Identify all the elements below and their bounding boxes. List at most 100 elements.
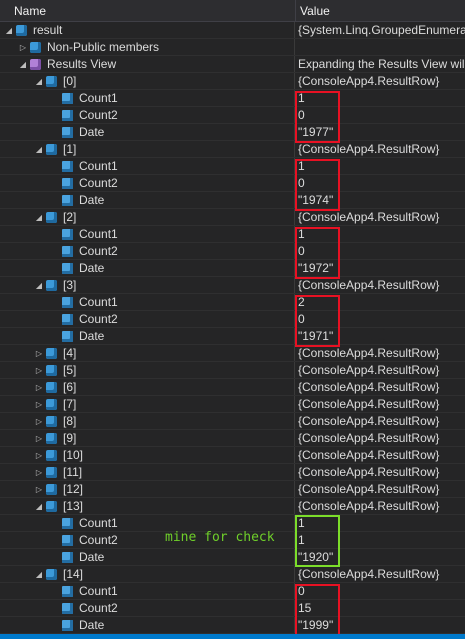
tree-row-name: Date bbox=[50, 192, 104, 209]
variable-value[interactable]: {ConsoleApp4.ResultRow} bbox=[298, 566, 465, 583]
tree-row[interactable]: ▷ [7] {ConsoleApp4.ResultRow} bbox=[0, 396, 465, 413]
tree-row[interactable]: ◢ [14] {ConsoleApp4.ResultRow} bbox=[0, 566, 465, 583]
tree-row[interactable]: Date "1999" bbox=[0, 617, 465, 634]
tree-row[interactable]: Count2 0 bbox=[0, 243, 465, 260]
variable-value[interactable]: Expanding the Results View will bbox=[298, 56, 465, 73]
object-icon bbox=[46, 144, 57, 155]
expand-arrow-icon[interactable]: ▷ bbox=[34, 345, 44, 362]
tree-row[interactable]: Count1 1 bbox=[0, 90, 465, 107]
variable-name: [8] bbox=[63, 414, 77, 428]
tree-row[interactable]: Count2 15 bbox=[0, 600, 465, 617]
tree-row[interactable]: ▷ [4] {ConsoleApp4.ResultRow} bbox=[0, 345, 465, 362]
tree-row-name: ▷ [10] bbox=[34, 447, 83, 464]
tree-row[interactable]: ▷ Non-Public members bbox=[0, 39, 465, 56]
tree-row[interactable]: Date "1920" bbox=[0, 549, 465, 566]
expand-arrow-icon[interactable]: ▷ bbox=[34, 379, 44, 396]
object-icon bbox=[46, 501, 57, 512]
tree-row[interactable]: Count2 0 bbox=[0, 175, 465, 192]
tree-row-name: Count2 bbox=[50, 243, 118, 260]
variable-value[interactable]: {ConsoleApp4.ResultRow} bbox=[298, 362, 465, 379]
tree-row[interactable]: ◢ [3] {ConsoleApp4.ResultRow} bbox=[0, 277, 465, 294]
tree-row-name: ▷ [12] bbox=[34, 481, 83, 498]
field-icon bbox=[62, 586, 73, 597]
tree-row[interactable]: ▷ [5] {ConsoleApp4.ResultRow} bbox=[0, 362, 465, 379]
tree-row[interactable]: Count1 1 bbox=[0, 158, 465, 175]
variable-value[interactable]: {ConsoleApp4.ResultRow} bbox=[298, 464, 465, 481]
tree-row[interactable]: Date "1977" bbox=[0, 124, 465, 141]
field-icon bbox=[62, 552, 73, 563]
tree-row[interactable]: Date "1971" bbox=[0, 328, 465, 345]
tree-row[interactable]: ◢ result {System.Linq.GroupedEnumera bbox=[0, 22, 465, 39]
collapse-arrow-icon[interactable]: ◢ bbox=[34, 73, 44, 90]
tree-row[interactable]: Date "1974" bbox=[0, 192, 465, 209]
tree-row-name: ▷ [7] bbox=[34, 396, 76, 413]
expand-arrow-icon[interactable]: ▷ bbox=[34, 413, 44, 430]
field-icon bbox=[62, 518, 73, 529]
variable-value[interactable]: {ConsoleApp4.ResultRow} bbox=[298, 481, 465, 498]
variable-value[interactable]: {System.Linq.GroupedEnumera bbox=[298, 22, 465, 39]
variable-name: [10] bbox=[63, 448, 84, 462]
variable-name: [4] bbox=[63, 346, 77, 360]
name-column-header[interactable]: Name bbox=[0, 0, 294, 22]
tree-row[interactable]: ▷ [10] {ConsoleApp4.ResultRow} bbox=[0, 447, 465, 464]
variable-value[interactable]: {ConsoleApp4.ResultRow} bbox=[298, 141, 465, 158]
variable-value[interactable]: {ConsoleApp4.ResultRow} bbox=[298, 345, 465, 362]
expand-arrow-icon[interactable]: ▷ bbox=[34, 447, 44, 464]
collapse-arrow-icon[interactable]: ◢ bbox=[34, 498, 44, 515]
method-icon bbox=[30, 59, 41, 70]
tree-row[interactable]: Count1 1 bbox=[0, 226, 465, 243]
object-icon bbox=[46, 450, 57, 461]
variable-value[interactable]: {ConsoleApp4.ResultRow} bbox=[298, 379, 465, 396]
tree-row[interactable]: ◢ [1] {ConsoleApp4.ResultRow} bbox=[0, 141, 465, 158]
tree-row[interactable]: ◢ [0] {ConsoleApp4.ResultRow} bbox=[0, 73, 465, 90]
variable-name: [5] bbox=[63, 363, 77, 377]
watch-window: Name Value ◢ result {System.Linq.GroupedEn… bbox=[0, 0, 465, 639]
tree-row[interactable]: Count2 0 bbox=[0, 311, 465, 328]
variable-value[interactable]: {ConsoleApp4.ResultRow} bbox=[298, 430, 465, 447]
expand-arrow-icon[interactable]: ▷ bbox=[34, 464, 44, 481]
tree-row-name: Count2 bbox=[50, 311, 118, 328]
collapse-arrow-icon[interactable]: ◢ bbox=[34, 209, 44, 226]
tree-row-name: ▷ [8] bbox=[34, 413, 76, 430]
variable-value[interactable]: {ConsoleApp4.ResultRow} bbox=[298, 396, 465, 413]
variable-value[interactable]: {ConsoleApp4.ResultRow} bbox=[298, 73, 465, 90]
expand-arrow-icon[interactable]: ▷ bbox=[34, 481, 44, 498]
tree-row[interactable]: ▷ [8] {ConsoleApp4.ResultRow} bbox=[0, 413, 465, 430]
collapse-arrow-icon[interactable]: ◢ bbox=[34, 277, 44, 294]
object-icon bbox=[46, 382, 57, 393]
tree-row-name: ▷ [6] bbox=[34, 379, 76, 396]
tree-row-name: ◢ [2] bbox=[34, 209, 76, 226]
tree-row[interactable]: ◢ [13] {ConsoleApp4.ResultRow} bbox=[0, 498, 465, 515]
field-icon bbox=[62, 127, 73, 138]
tree-row[interactable]: Count1 2 bbox=[0, 294, 465, 311]
tree-row[interactable]: ◢ Results View Expanding the Results View … bbox=[0, 56, 465, 73]
expand-arrow-icon[interactable]: ▷ bbox=[34, 362, 44, 379]
tree-row[interactable]: Date "1972" bbox=[0, 260, 465, 277]
variable-name: Date bbox=[79, 125, 105, 139]
variable-value[interactable]: {ConsoleApp4.ResultRow} bbox=[298, 447, 465, 464]
value-column-header[interactable]: Value bbox=[295, 0, 465, 22]
field-icon bbox=[62, 620, 73, 631]
collapse-arrow-icon[interactable]: ◢ bbox=[34, 141, 44, 158]
variable-value[interactable]: {ConsoleApp4.ResultRow} bbox=[298, 209, 465, 226]
collapse-arrow-icon[interactable]: ◢ bbox=[4, 22, 14, 39]
tree-row[interactable]: ▷ [9] {ConsoleApp4.ResultRow} bbox=[0, 430, 465, 447]
variable-value[interactable]: {ConsoleApp4.ResultRow} bbox=[298, 277, 465, 294]
variable-value[interactable]: {ConsoleApp4.ResultRow} bbox=[298, 413, 465, 430]
variable-name: Count1 bbox=[79, 584, 118, 598]
tree-row[interactable]: ▷ [6] {ConsoleApp4.ResultRow} bbox=[0, 379, 465, 396]
tree-row[interactable]: Count2 0 bbox=[0, 107, 465, 124]
variable-name: [2] bbox=[63, 210, 77, 224]
collapse-arrow-icon[interactable]: ◢ bbox=[34, 566, 44, 583]
variable-value[interactable] bbox=[298, 39, 465, 56]
expand-arrow-icon[interactable]: ▷ bbox=[34, 430, 44, 447]
tree-row[interactable]: Count1 0 bbox=[0, 583, 465, 600]
tree-row[interactable]: ▷ [11] {ConsoleApp4.ResultRow} bbox=[0, 464, 465, 481]
variable-name: [11] bbox=[63, 465, 83, 479]
collapse-arrow-icon[interactable]: ◢ bbox=[18, 56, 28, 73]
expand-arrow-icon[interactable]: ▷ bbox=[18, 39, 28, 56]
expand-arrow-icon[interactable]: ▷ bbox=[34, 396, 44, 413]
tree-row[interactable]: ◢ [2] {ConsoleApp4.ResultRow} bbox=[0, 209, 465, 226]
tree-row[interactable]: ▷ [12] {ConsoleApp4.ResultRow} bbox=[0, 481, 465, 498]
variable-value[interactable]: {ConsoleApp4.ResultRow} bbox=[298, 498, 465, 515]
